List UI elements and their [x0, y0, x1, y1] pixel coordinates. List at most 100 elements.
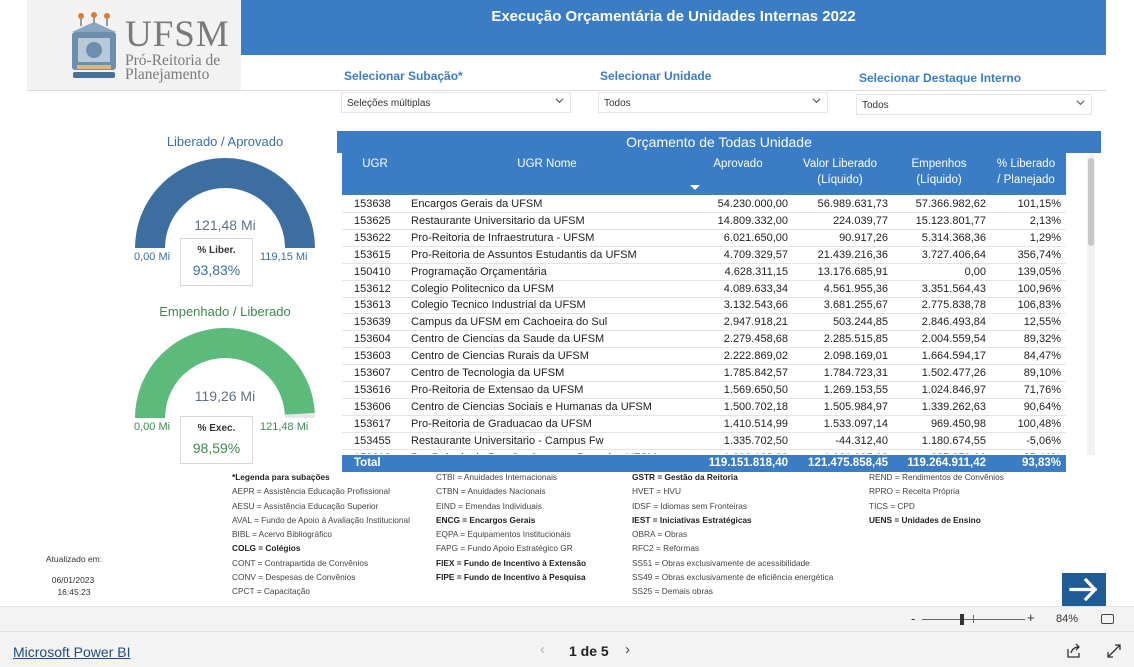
legend-item: UENS = Unidades de Ensino: [869, 514, 981, 525]
table-row[interactable]: 153603 Centro de Ciencias Rurais da UFSM 2…: [342, 348, 1066, 366]
kpi-liberado-value: 93,83%: [192, 262, 241, 278]
table-scrollbar-thumb[interactable]: [1088, 158, 1094, 246]
table-row[interactable]: 153617 Pro-Reitoria de Graduacao da UFSM 1…: [342, 416, 1066, 433]
table-row[interactable]: 153638 Encargos Gerais da UFSM 54.230.000,…: [342, 196, 1066, 213]
table-row[interactable]: 150410 Programação Orçamentária 4.628.311,…: [342, 264, 1066, 281]
gauge-empenhado-max: 121,48 Mi: [260, 421, 309, 433]
cell-pct: -5,06%: [1026, 434, 1061, 447]
total-label: Total: [354, 457, 381, 469]
cell-nome: Restaurante Universitario - Campus Fw: [411, 434, 604, 447]
slicer-subacao-dropdown[interactable]: Seleções múltiplas: [341, 92, 571, 113]
zoom-slider-thumb[interactable]: [960, 614, 964, 625]
col-header-nome[interactable]: UGR Nome: [408, 156, 686, 172]
col-header-aprovado[interactable]: Aprovado: [688, 156, 788, 172]
cell-liberado: 56.989.631,73: [817, 198, 888, 210]
kpi-card-liberado: % Liber. 93,83%: [180, 238, 253, 286]
zoom-slider-midmark: [973, 615, 974, 623]
cell-aprovado: 4.628.311,15: [724, 265, 788, 278]
cell-ugr: 153618: [354, 452, 391, 455]
legend-item: RFC2 = Reformas: [632, 543, 700, 554]
cell-empenhos: 2.004.559,54: [921, 333, 986, 346]
logo-subtitle: Pró-Reitoria de Planejamento: [125, 53, 220, 83]
table-row[interactable]: 153622 Pro-Reitoria de Infraestrutura - U…: [342, 230, 1066, 247]
col-header-empenhos[interactable]: Empenhos (Líquido): [890, 156, 988, 188]
cell-empenhos: 2.775.838,78: [921, 299, 986, 312]
cell-ugr: 153622: [354, 231, 391, 244]
legend-item: COLG = Colégios: [232, 543, 301, 554]
cell-aprovado: 1.500.702,18: [723, 400, 788, 413]
zoom-in-button[interactable]: +: [1027, 610, 1035, 625]
table-row[interactable]: 153618 Pro-Reitoria de Pos-Graduacao e Pe…: [342, 450, 1066, 455]
legend-item: IEST = Iniciativas Estratégicas: [632, 514, 752, 525]
legend-column-2: CTBI = Anuidades Internacionais CTBN = An…: [436, 470, 586, 584]
table-title: Orçamento de Todas Unidade: [337, 131, 1101, 153]
cell-pct: 90,64%: [1023, 400, 1061, 413]
col-header-pct[interactable]: % Liberado / Planejado: [990, 156, 1062, 188]
total-pct: 93,83%: [1021, 457, 1061, 469]
table-row[interactable]: 153612 Colegio Politecnico da UFSM 4.089.6…: [342, 281, 1066, 298]
table-row[interactable]: 153606 Centro de Ciencias Sociais e Human…: [342, 399, 1066, 416]
cell-liberado: 1.269.153,55: [823, 383, 888, 396]
table-row[interactable]: 153615 Pro-Reitoria de Assuntos Estudanti…: [342, 247, 1066, 264]
cell-ugr: 153603: [354, 350, 391, 363]
gauge-liberado-max: 119,15 Mi: [260, 251, 308, 263]
cell-liberado: 4.561.955,36: [823, 282, 888, 295]
cell-ugr: 153612: [354, 282, 391, 295]
legend-item: REND = Rendimentos de Convênios: [869, 472, 1004, 482]
cell-pct: 1,29%: [1029, 231, 1061, 244]
cell-ugr: 153638: [354, 198, 391, 210]
col-header-ugr[interactable]: UGR: [350, 156, 400, 172]
cell-empenhos: 1.339.262,63: [921, 400, 986, 413]
col-header-liberado[interactable]: Valor Liberado (Líquido): [790, 156, 890, 188]
table-row[interactable]: 153604 Centro de Ciencias da Saude da UFS…: [342, 331, 1066, 349]
gauge-empenhado-chart: [135, 327, 315, 418]
legend-item: AESU = Assistência Educação Superior: [232, 500, 379, 511]
share-icon[interactable]: [1066, 643, 1082, 659]
zoom-out-button[interactable]: -: [911, 611, 915, 626]
table-body: 153638 Encargos Gerais da UFSM 54.230.000,…: [342, 196, 1066, 454]
kpi-card-execucao: % Exec. 98,59%: [180, 416, 253, 464]
cell-pct: 100,96%: [1017, 282, 1061, 295]
table-row[interactable]: 153455 Restaurante Universitario - Campus…: [342, 433, 1066, 450]
chevron-down-icon: [555, 98, 564, 104]
table-row[interactable]: 153613 Colegio Tecnico Industrial da UFSM…: [342, 297, 1066, 315]
next-page-button[interactable]: [1062, 573, 1106, 606]
expand-icon[interactable]: [1106, 643, 1122, 659]
chevron-left-icon[interactable]: ‹: [540, 641, 545, 658]
zoom-level: 84%: [1056, 613, 1079, 625]
cell-ugr: 153455: [354, 434, 391, 447]
cell-aprovado: 14.809.332,00: [717, 214, 788, 227]
col-header-empenhos-line1: Empenhos: [911, 158, 967, 170]
cell-aprovado: 1.410.514,99: [723, 417, 788, 430]
zoom-bar: - + 84%: [0, 606, 1134, 631]
cell-nome: Pro-Reitoria de Assuntos Estudantis da U…: [411, 248, 637, 261]
slicer-unidade-dropdown[interactable]: Todos: [598, 92, 828, 113]
gauge-empenhado-fill: [135, 327, 315, 418]
cell-empenhos: 57.366.982,62: [915, 198, 986, 210]
cell-liberado: 224.039,77: [832, 214, 888, 227]
cell-ugr: 153613: [354, 299, 391, 312]
slicer-unidade-label: Selecionar Unidade: [600, 69, 712, 83]
legend-item: SS25 = Demais obras: [632, 586, 713, 597]
legend-item: CTBI = Anuidades Internacionais: [436, 472, 558, 482]
table-row[interactable]: 153616 Pro-Reitoria de Extensao da UFSM 1.…: [342, 382, 1066, 399]
logo-subtitle-line2: Planejamento: [125, 66, 210, 83]
table-row[interactable]: 153639 Campus da UFSM em Cachoeira do Sul…: [342, 314, 1066, 332]
cell-ugr: 153604: [354, 333, 391, 346]
legend-item: CPCT = Capacitação: [232, 586, 311, 597]
table-row[interactable]: 153625 Restaurante Universitario da UFSM 1…: [342, 213, 1066, 230]
table-row[interactable]: 153607 Centro de Tecnologia da UFSM 1.785.…: [342, 365, 1066, 382]
chevron-right-icon[interactable]: ›: [625, 641, 630, 658]
footer-bar: Microsoft Power BI ‹ 1 de 5 ›: [0, 631, 1134, 667]
cell-empenhos: 969.450,98: [930, 417, 986, 430]
legend-item: EQPA = Equipamentos Institucionais: [436, 529, 571, 540]
cell-pct: 2,13%: [1029, 214, 1061, 227]
slicer-destaque-dropdown[interactable]: Todos: [856, 94, 1092, 115]
fit-page-icon[interactable]: [1101, 614, 1114, 624]
cell-nome: Centro de Ciencias Rurais da UFSM: [411, 350, 589, 363]
cell-nome: Campus da UFSM em Cachoeira do Sul: [411, 316, 608, 329]
cell-liberado: -44.312,40: [835, 434, 888, 447]
cell-pct: 71,76%: [1023, 383, 1061, 396]
kpi-execucao-value: 98,59%: [192, 440, 241, 456]
power-bi-link[interactable]: Microsoft Power BI: [13, 644, 130, 660]
